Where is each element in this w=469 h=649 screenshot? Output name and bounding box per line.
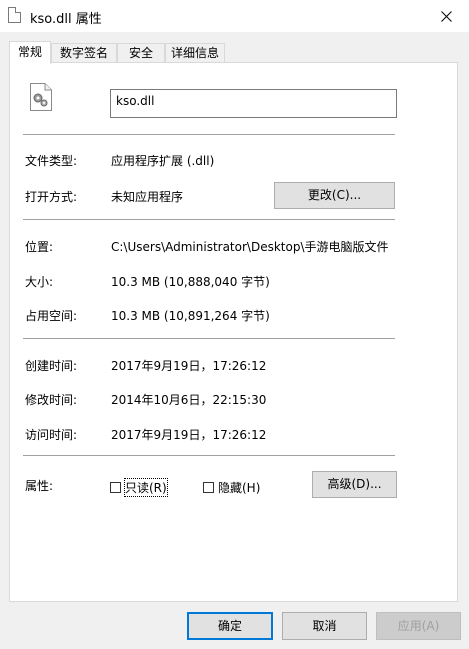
modified-value: 2014年10月6日，22:15:30 <box>111 393 267 407</box>
apply-button[interactable]: 应用(A) <box>376 612 461 640</box>
size-value: 10.3 MB (10,888,040 字节) <box>111 275 270 289</box>
readonly-checkbox-box[interactable] <box>110 482 121 493</box>
modified-label: 修改时间: <box>25 393 78 407</box>
title-bar: kso.dll 属性 <box>0 0 469 32</box>
tab-general[interactable]: 常规 <box>9 41 51 64</box>
size-on-disk-label: 占用空间: <box>25 309 78 323</box>
readonly-checkbox-label: 只读(R) <box>124 478 168 497</box>
advanced-button[interactable]: 高级(D)... <box>312 471 397 498</box>
accessed-label: 访问时间: <box>25 428 78 442</box>
size-on-disk-value: 10.3 MB (10,891,264 字节) <box>111 309 270 323</box>
tab-security[interactable]: 安全 <box>117 43 165 63</box>
cancel-button[interactable]: 取消 <box>282 612 367 640</box>
window-title: kso.dll 属性 <box>30 12 102 27</box>
file-icon <box>8 7 21 23</box>
close-button[interactable] <box>423 0 469 32</box>
location-label: 位置: <box>25 240 54 254</box>
size-label: 大小: <box>25 275 54 289</box>
opens-with-value: 未知应用程序 <box>111 190 184 204</box>
file-type-value: 应用程序扩展 (.dll) <box>111 154 215 168</box>
general-panel: kso.dll 文件类型: 应用程序扩展 (.dll) 打开方式: 未知应用程序… <box>9 62 458 602</box>
file-type-label: 文件类型: <box>25 154 78 168</box>
separator <box>23 219 395 220</box>
tab-details[interactable]: 详细信息 <box>165 43 225 63</box>
attributes-label: 属性: <box>25 479 54 493</box>
opens-with-label: 打开方式: <box>25 190 78 204</box>
hidden-checkbox-label: 隐藏(H) <box>218 481 261 495</box>
tab-digital-signatures[interactable]: 数字签名 <box>51 43 117 63</box>
separator <box>23 455 395 456</box>
readonly-checkbox[interactable]: 只读(R) <box>110 478 168 497</box>
dll-gear-file-icon <box>30 83 52 111</box>
close-icon <box>440 10 452 22</box>
separator <box>23 338 395 339</box>
separator <box>23 134 395 135</box>
file-name-field[interactable]: kso.dll <box>110 89 397 118</box>
hidden-checkbox[interactable]: 隐藏(H) <box>203 479 260 496</box>
hidden-checkbox-box[interactable] <box>203 482 214 493</box>
change-button[interactable]: 更改(C)... <box>274 182 395 209</box>
accessed-value: 2017年9月19日，17:26:12 <box>111 428 267 442</box>
ok-button[interactable]: 确定 <box>187 612 273 640</box>
created-value: 2017年9月19日，17:26:12 <box>111 359 267 373</box>
created-label: 创建时间: <box>25 359 78 373</box>
location-value: C:\Users\Administrator\Desktop\手游电脑版文件 <box>111 240 389 254</box>
